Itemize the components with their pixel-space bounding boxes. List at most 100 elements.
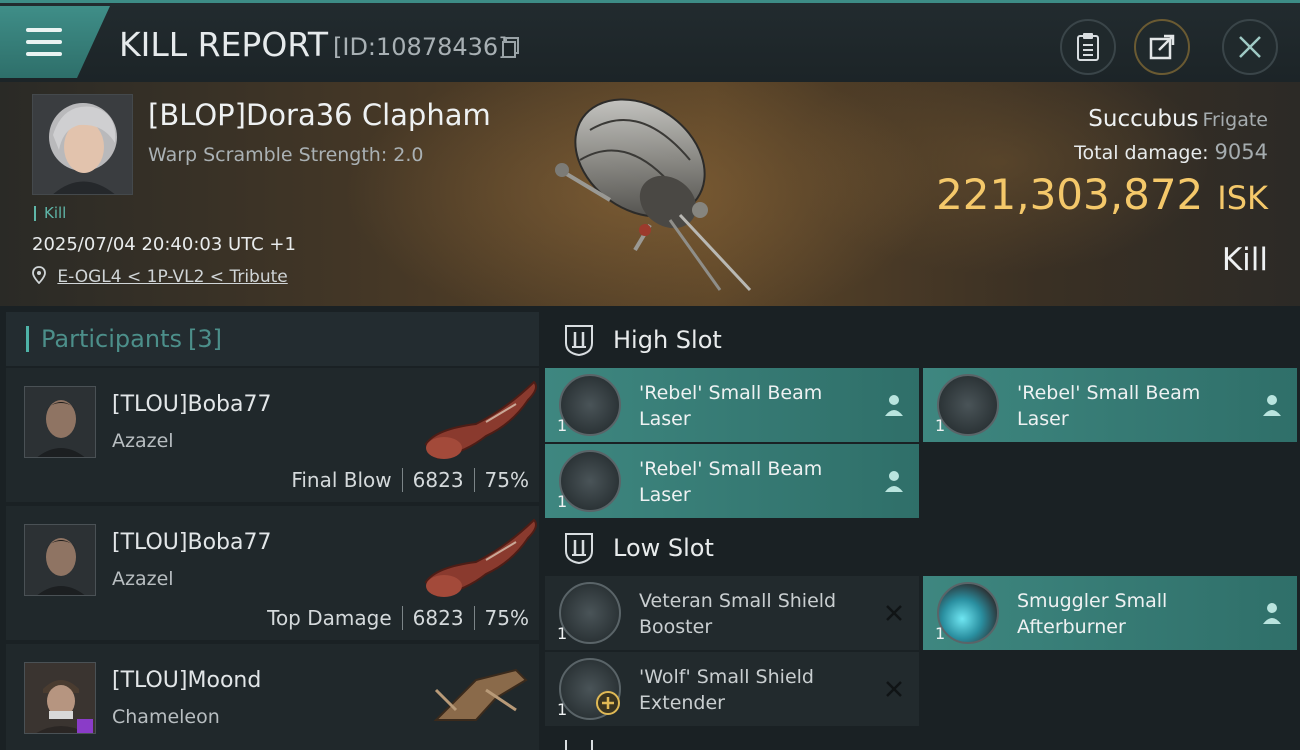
person-icon [1263,395,1281,416]
total-damage-value: 9054 [1214,140,1268,164]
participant-avatar[interactable] [24,524,96,596]
module-card[interactable]: 1 Smuggler Small Afterburner [923,576,1297,650]
low-slot-header: Low Slot [545,520,1300,576]
participants-header: Participants [3] [6,312,539,366]
location-pin-icon [32,266,46,285]
kill-datetime: 2025/07/04 20:40:03 UTC +1 [32,234,296,255]
top-bar: KILL REPORT [ID:10878436] [0,0,1300,82]
participant-avatar[interactable] [24,386,96,458]
beam-laser-icon [559,374,621,436]
participant-portrait-image [25,663,95,733]
participant-ship: Azazel [112,430,174,452]
victim-ship-image [555,98,752,292]
module-card[interactable]: 1 'Rebel' Small Beam Laser [545,444,919,518]
menu-button[interactable] [0,6,110,78]
destroyed-x-icon [886,605,902,621]
victim-name[interactable]: [BLOP]Dora36 Clapham [148,98,491,132]
participant-card[interactable]: [TLOU]Boba77 Azazel Top Damage 6823 75% [6,506,539,640]
participant-role: Top Damage [267,606,392,630]
stat-divider [473,606,475,630]
participant-name[interactable]: [TLOU]Moond [112,668,261,693]
module-card[interactable]: 1 'Wolf' Small Shield Extender [545,652,919,726]
module-quantity: 1 [557,492,568,511]
close-button[interactable] [1222,19,1278,75]
kill-location[interactable]: E-OGL4 < 1P-VL2 < Tribute [32,266,288,287]
hamburger-menu-icon [26,28,62,56]
close-icon [1239,36,1261,58]
participant-damage: 6823 [412,468,464,492]
person-icon [885,395,903,416]
location-link[interactable]: E-OGL4 < 1P-VL2 < Tribute [57,267,287,287]
stat-divider [401,468,403,492]
participant-ship-image [424,380,537,460]
participant-avatar[interactable] [24,662,96,734]
participant-ship-image [424,518,537,598]
participants-count: [3] [187,325,222,353]
beam-laser-icon [559,450,621,512]
victim-ship-class: Frigate [1202,109,1268,131]
destroyed-x-icon [886,681,902,697]
module-quantity: 1 [935,624,946,643]
module-quantity: 1 [557,700,568,719]
participant-name[interactable]: [TLOU]Boba77 [112,530,272,555]
participant-percent: 75% [484,606,529,630]
module-card[interactable]: 1 'Rebel' Small Beam Laser [545,368,919,442]
next-slot-header-partial [545,740,1300,750]
isk-unit: ISK [1217,179,1268,217]
module-name: 'Rebel' Small Beam Laser [1017,382,1201,430]
module-quantity: 1 [557,416,568,435]
copy-icon[interactable] [502,37,520,59]
kill-tag: Kill [34,206,66,221]
victim-ship-name[interactable]: Succubus [1088,106,1198,132]
report-id: [ID:10878436] [333,33,508,61]
participant-name[interactable]: [TLOU]Boba77 [112,392,272,417]
clipboard-button[interactable] [1060,19,1116,75]
stat-divider [401,606,403,630]
victim-ship-line: Succubus Frigate [1088,106,1268,132]
victim-banner: [BLOP]Dora36 Clapham Warp Scramble Stren… [0,82,1300,306]
afterburner-icon [937,582,999,644]
participant-portrait-image [25,387,95,457]
high-slot-icon [565,325,593,357]
participant-ship: Chameleon [112,706,220,728]
page-title: KILL REPORT [119,25,328,64]
participant-damage: 6823 [412,606,464,630]
module-card[interactable]: 1 'Rebel' Small Beam Laser [923,368,1297,442]
module-name: 'Wolf' Small Shield Extender [639,666,814,714]
total-damage-label: Total damage: [1074,142,1209,164]
total-damage-line: Total damage: 9054 [1074,140,1268,164]
fitting-panel: High Slot 1 'Rebel' Small Beam Laser 1 '… [545,312,1300,750]
participant-ship-image [433,668,528,721]
isk-value-line: 221,303,872 ISK [936,170,1268,219]
victim-portrait[interactable] [32,94,133,195]
victim-warp-scramble: Warp Scramble Strength: 2.0 [148,144,424,166]
participant-role: Final Blow [291,468,392,492]
isk-value: 221,303,872 [936,170,1204,219]
participant-card[interactable]: [TLOU]Boba77 Azazel Final Blow 6823 75% [6,368,539,502]
module-quantity: 1 [935,416,946,435]
module-name: Smuggler Small Afterburner [1017,590,1168,638]
participant-stats: Final Blow 6823 75% [291,468,529,492]
participants-label: Participants [41,325,182,353]
shield-booster-icon [559,582,621,644]
victim-avatar-image [33,95,132,194]
module-quantity: 1 [557,624,568,643]
low-slot-label: Low Slot [613,534,714,562]
plus-badge-icon [596,691,620,715]
participant-stats: Top Damage 6823 75% [267,606,529,630]
participant-portrait-image [25,525,95,595]
participant-percent: 75% [484,468,529,492]
clipboard-icon [1077,33,1099,61]
high-slot-label: High Slot [613,326,722,354]
participants-accent-bar [26,326,29,352]
beam-laser-icon [937,374,999,436]
low-slot-icon [565,533,593,565]
module-card[interactable]: 1 Veteran Small Shield Booster [545,576,919,650]
person-icon [1263,603,1281,624]
participant-ship: Azazel [112,568,174,590]
share-button[interactable] [1134,19,1190,75]
module-name: Veteran Small Shield Booster [639,590,837,638]
participant-card[interactable]: [TLOU]Moond Chameleon [6,644,539,750]
person-icon [885,471,903,492]
mid-slot-icon [565,740,593,750]
